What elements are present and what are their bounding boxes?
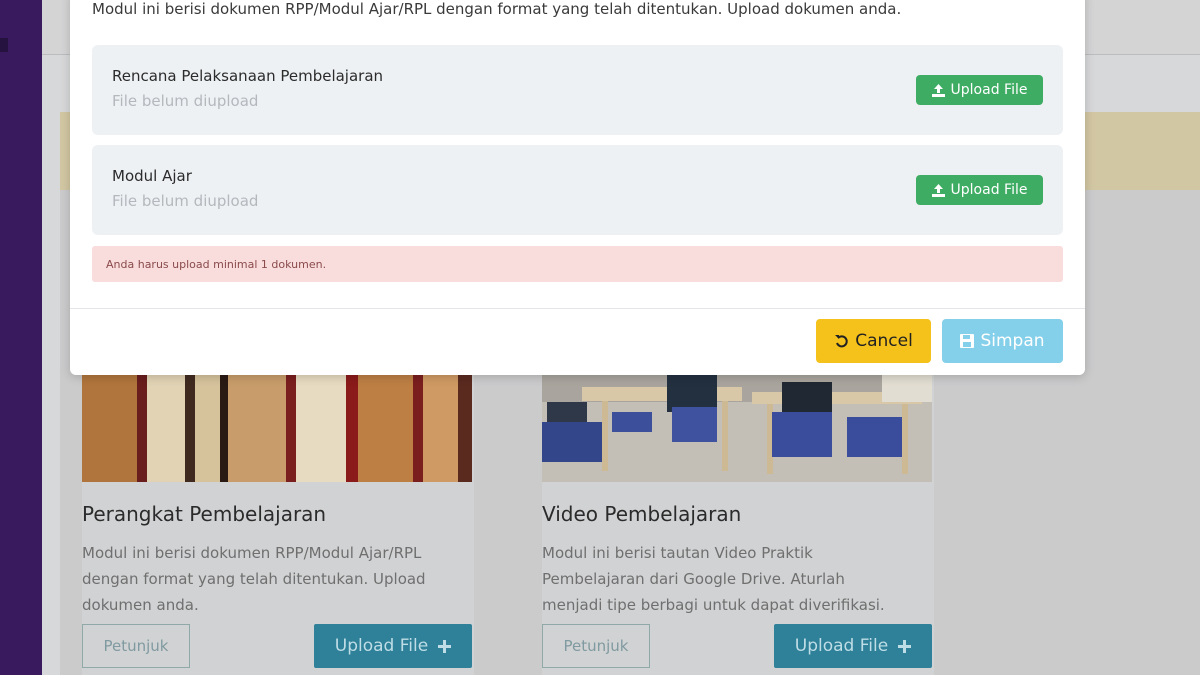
card-description: Modul ini berisi tautan Video Praktik Pe…	[542, 540, 932, 618]
upload-file-button[interactable]: Upload File	[916, 175, 1043, 205]
modal-footer-divider	[70, 308, 1085, 309]
card-upload-label: Upload File	[334, 636, 429, 656]
save-label: Simpan	[980, 331, 1045, 351]
modal-intro: Modul ini berisi dokumen RPP/Modul Ajar/…	[92, 0, 902, 18]
document-item-modul-ajar: Modul Ajar File belum diupload Upload Fi…	[92, 145, 1063, 235]
upload-file-label: Upload File	[950, 182, 1028, 198]
document-status: File belum diupload	[112, 92, 259, 110]
upload-modal: Modul ini berisi dokumen RPP/Modul Ajar/…	[70, 0, 1085, 375]
card-desc-line: Modul ini berisi tautan Video Praktik	[542, 544, 813, 562]
validation-alert: Anda harus upload minimal 1 dokumen.	[92, 246, 1063, 282]
card-desc-line: Modul ini berisi dokumen RPP/Modul Ajar/…	[82, 544, 422, 562]
document-name: Rencana Pelaksanaan Pembelajaran	[112, 67, 384, 85]
upload-file-label: Upload File	[950, 82, 1028, 98]
document-status: File belum diupload	[112, 192, 259, 210]
document-name: Modul Ajar	[112, 167, 192, 185]
save-icon	[960, 334, 975, 348]
plus-icon	[898, 639, 912, 653]
card-desc-line: menjadi tipe berbagi untuk dapat diverif…	[542, 596, 885, 614]
card-perangkat-pembelajaran: Perangkat Pembelajaran Modul ini berisi …	[82, 372, 474, 675]
save-button[interactable]: Simpan	[942, 319, 1063, 363]
sidebar-mark	[0, 38, 8, 52]
upload-icon	[931, 183, 945, 197]
card-upload-label: Upload File	[794, 636, 889, 656]
card-desc-line: dokumen anda.	[82, 596, 199, 614]
card-description: Modul ini berisi dokumen RPP/Modul Ajar/…	[82, 540, 472, 618]
card-title: Perangkat Pembelajaran	[82, 502, 327, 526]
sidebar	[0, 0, 42, 675]
plus-icon	[438, 639, 452, 653]
card-upload-button[interactable]: Upload File	[774, 624, 932, 668]
card-video-pembelajaran: Video Pembelajaran Modul ini berisi taut…	[542, 372, 934, 675]
cancel-label: Cancel	[855, 331, 913, 351]
card-desc-line: Pembelajaran dari Google Drive. Aturlah	[542, 570, 845, 588]
card-upload-button[interactable]: Upload File	[314, 624, 472, 668]
document-item-rpp: Rencana Pelaksanaan Pembelajaran File be…	[92, 45, 1063, 135]
card-desc-line: dengan format yang telah ditentukan. Upl…	[82, 570, 426, 588]
upload-icon	[931, 83, 945, 97]
cancel-button[interactable]: Cancel	[816, 319, 931, 363]
undo-icon	[834, 334, 849, 349]
card-title: Video Pembelajaran	[542, 502, 742, 526]
classroom-image	[542, 372, 932, 482]
guide-button[interactable]: Petunjuk	[82, 624, 190, 668]
books-image	[82, 372, 472, 482]
guide-button[interactable]: Petunjuk	[542, 624, 650, 668]
upload-file-button[interactable]: Upload File	[916, 75, 1043, 105]
